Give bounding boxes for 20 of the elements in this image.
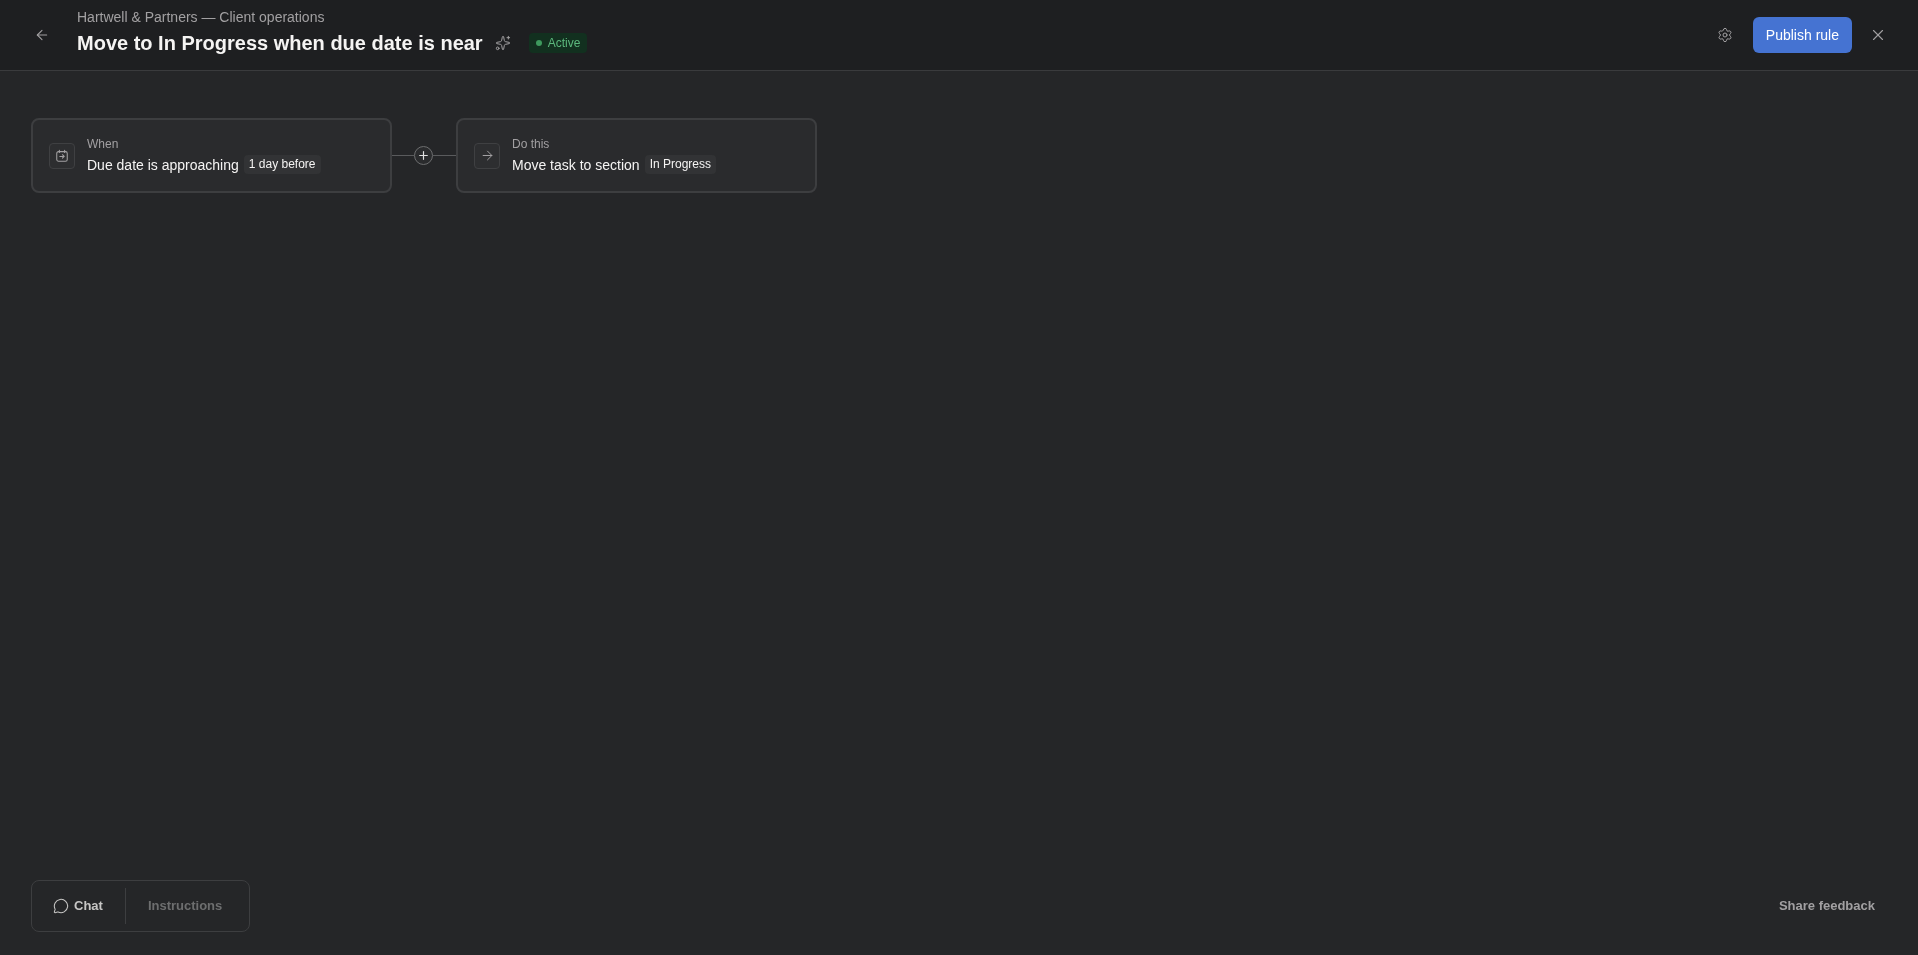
flow-step-card[interactable]: When Due date is approaching 1 day before <box>31 118 392 193</box>
step-value-chip[interactable]: 1 day before <box>243 155 321 174</box>
arrow-right-icon <box>474 142 500 169</box>
sparkle-icon[interactable] <box>494 35 511 51</box>
plus-icon <box>417 149 430 162</box>
add-step-button[interactable] <box>414 146 433 165</box>
status-badge: Active <box>528 33 588 53</box>
step-heading: When <box>87 137 120 152</box>
share-feedback-link[interactable]: Share feedback <box>1778 896 1875 916</box>
panel-tab[interactable]: Chat <box>43 891 113 921</box>
rule-title: Move to In Progress when due date is near <box>77 31 483 56</box>
step-description: Due date is approaching <box>87 155 239 174</box>
flow-step-card[interactable]: Do this Move task to section In Progress <box>456 118 817 193</box>
step-description: Move task to section <box>512 155 640 174</box>
publish-button[interactable]: Publish rule <box>1752 17 1852 53</box>
step-heading: Do this <box>512 137 551 152</box>
chat-bubble-icon <box>53 898 69 914</box>
settings-icon <box>1716 27 1733 43</box>
step-value-chip[interactable]: In Progress <box>644 155 716 174</box>
breadcrumb: Hartwell & Partners — Client operations <box>77 8 326 26</box>
